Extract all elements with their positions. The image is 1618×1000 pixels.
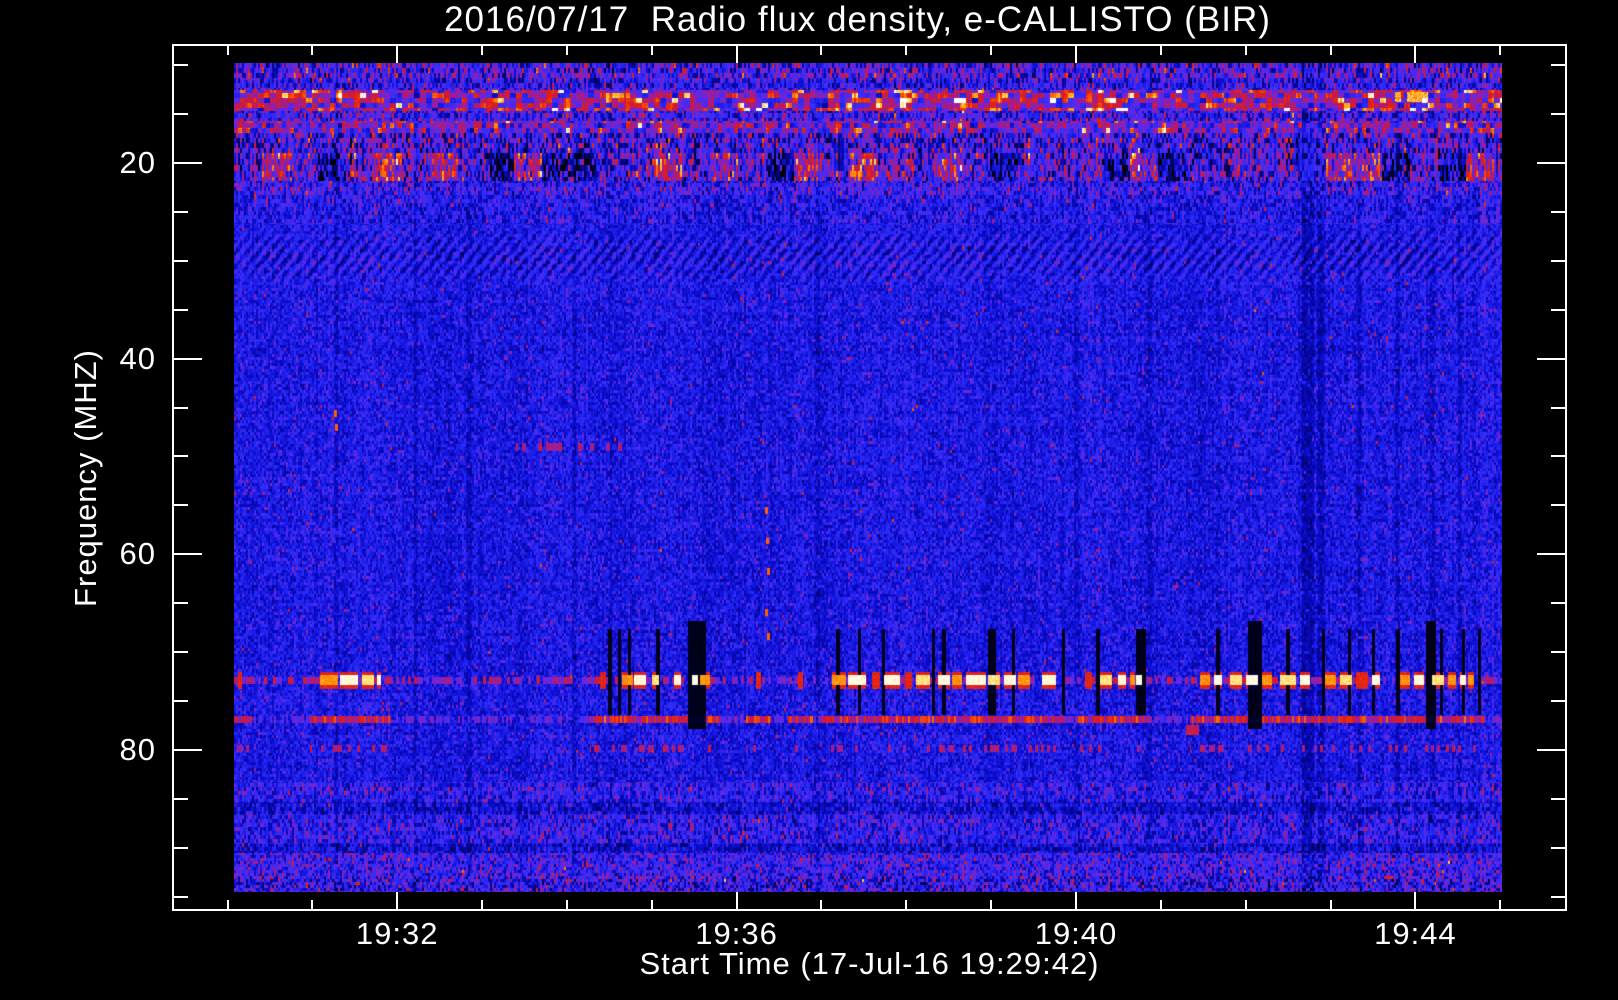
y-tick: [1551, 259, 1565, 262]
x-tick: [1329, 900, 1332, 909]
spectrogram-image: [234, 63, 1502, 892]
x-tick: [905, 46, 908, 55]
y-tick: [1551, 210, 1565, 213]
y-tick: [174, 210, 188, 213]
x-tick: [1329, 46, 1332, 55]
y-tick: [174, 162, 202, 164]
x-tick: [1244, 900, 1247, 909]
y-tick: [1537, 162, 1565, 164]
x-tick: [481, 46, 484, 55]
x-tick: [565, 46, 568, 55]
y-tick: [174, 455, 188, 458]
x-tick: [1075, 46, 1077, 63]
y-tick: [1551, 308, 1565, 311]
x-tick: [820, 900, 823, 909]
spectrogram-page: 2016/07/17 Radio flux density, e-CALLIST…: [0, 0, 1618, 1000]
x-tick: [650, 46, 653, 55]
y-tick: [1551, 113, 1565, 116]
y-tick: [174, 748, 202, 751]
x-tick: [650, 900, 653, 909]
y-tick: [1537, 748, 1565, 751]
y-tick: [1551, 699, 1565, 702]
x-tick: [1159, 46, 1162, 55]
x-axis-title: Start Time (17-Jul-16 19:29:42): [639, 946, 1100, 981]
x-tick: [1499, 46, 1502, 55]
y-tick: [174, 259, 188, 262]
y-tick: [1551, 602, 1565, 605]
chart-title: 2016/07/17 Radio flux density, e-CALLIST…: [444, 0, 1271, 39]
y-tick-label: 20: [119, 145, 156, 180]
y-tick: [1551, 64, 1565, 67]
y-tick: [174, 602, 188, 605]
x-tick: [990, 900, 993, 909]
x-tick: [905, 900, 908, 909]
y-tick: [174, 797, 188, 800]
y-tick: [174, 64, 188, 67]
y-tick: [174, 504, 188, 507]
y-tick: [174, 406, 188, 409]
y-tick: [1551, 651, 1565, 653]
y-tick: [174, 699, 188, 702]
y-tick: [174, 357, 202, 360]
x-tick: [311, 900, 314, 909]
x-tick: [820, 46, 823, 55]
x-tick: [1075, 892, 1077, 909]
x-tick: [396, 892, 399, 909]
y-axis-title: Frequency (MHZ): [68, 349, 103, 607]
x-tick: [1499, 900, 1502, 909]
x-tick: [990, 46, 993, 55]
x-tick: [1244, 46, 1247, 55]
x-tick: [226, 46, 229, 55]
y-tick: [1551, 455, 1565, 458]
y-tick: [174, 651, 188, 653]
y-tick: [1551, 504, 1565, 507]
x-tick: [565, 900, 568, 909]
x-tick: [735, 892, 738, 909]
y-tick: [1551, 895, 1565, 898]
x-tick: [311, 46, 314, 55]
y-tick: [1551, 846, 1565, 849]
x-tick: [481, 900, 484, 909]
y-tick: [1551, 406, 1565, 409]
y-tick: [174, 308, 188, 311]
x-tick: [226, 900, 229, 909]
y-tick: [174, 895, 188, 898]
x-tick: [1159, 900, 1162, 909]
x-tick: [1414, 892, 1417, 909]
y-tick: [1551, 797, 1565, 800]
y-tick: [1537, 553, 1565, 556]
y-tick: [174, 846, 188, 849]
y-tick: [174, 113, 188, 116]
x-tick: [1414, 46, 1417, 63]
y-tick-label: 80: [119, 731, 156, 767]
x-tick: [735, 46, 738, 63]
y-tick: [1537, 357, 1565, 360]
x-tick: [396, 46, 399, 63]
y-tick: [174, 553, 202, 556]
